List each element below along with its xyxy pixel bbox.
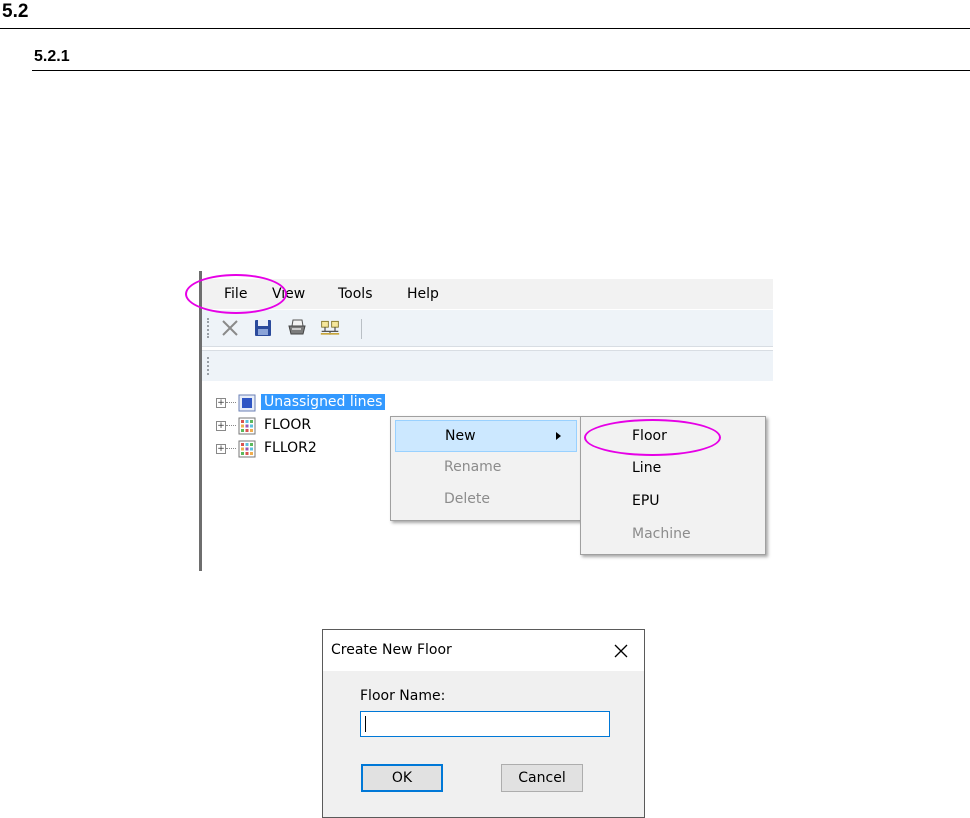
menu-item-label: EPU bbox=[632, 493, 660, 509]
tree-connector bbox=[226, 448, 236, 449]
floor-name-input[interactable] bbox=[360, 711, 610, 737]
menu-item-label: Delete bbox=[444, 491, 490, 507]
subheading-rule bbox=[32, 70, 970, 71]
heading-rule bbox=[0, 28, 970, 29]
text-caret bbox=[365, 716, 366, 732]
submenu-line[interactable]: Line bbox=[581, 453, 765, 483]
dialog-title: Create New Floor bbox=[331, 642, 452, 658]
network-icon[interactable] bbox=[320, 318, 340, 338]
floor-name-label: Floor Name: bbox=[360, 688, 446, 704]
expand-icon[interactable]: + bbox=[216, 421, 226, 431]
folder-square-icon bbox=[238, 394, 256, 412]
context-menu: New Rename Delete bbox=[390, 416, 582, 521]
delete-icon[interactable] bbox=[220, 318, 240, 338]
cancel-button[interactable]: Cancel bbox=[501, 764, 583, 792]
section-heading: 5.2 bbox=[2, 1, 29, 22]
toolbar bbox=[202, 310, 773, 347]
context-menu-new[interactable]: New bbox=[395, 420, 577, 452]
floor-highlight-ellipse bbox=[584, 419, 721, 456]
tree-label[interactable]: FLLOR2 bbox=[264, 440, 317, 456]
menu-item-label: Line bbox=[632, 460, 662, 476]
toolbar-grip[interactable] bbox=[207, 318, 211, 338]
menu-help[interactable]: Help bbox=[407, 286, 439, 302]
context-menu-delete[interactable]: Delete bbox=[391, 484, 581, 514]
submenu-arrow-icon bbox=[556, 432, 561, 440]
secondary-toolbar bbox=[202, 350, 773, 382]
save-icon[interactable] bbox=[253, 318, 273, 338]
toolbar-grip[interactable] bbox=[207, 357, 211, 375]
print-icon[interactable] bbox=[287, 318, 307, 338]
toolbar-separator bbox=[361, 319, 362, 339]
tree-label[interactable]: Unassigned lines bbox=[261, 394, 386, 410]
context-menu-rename[interactable]: Rename bbox=[391, 452, 581, 482]
tree-label[interactable]: FLOOR bbox=[264, 417, 311, 433]
tree-connector bbox=[226, 402, 236, 403]
expand-icon[interactable]: + bbox=[216, 398, 226, 408]
submenu-epu[interactable]: EPU bbox=[581, 486, 765, 516]
tree-connector bbox=[226, 425, 236, 426]
floor-grid-icon bbox=[238, 417, 256, 435]
file-highlight-ellipse bbox=[185, 274, 287, 314]
dialog-titlebar[interactable]: Create New Floor bbox=[323, 630, 644, 671]
menu-item-label: Rename bbox=[444, 459, 502, 475]
subsection-heading: 5.2.1 bbox=[34, 48, 70, 65]
create-floor-dialog: Create New Floor Floor Name: OK Cancel bbox=[322, 629, 645, 818]
submenu-machine[interactable]: Machine bbox=[581, 519, 765, 549]
floor-grid-icon bbox=[238, 440, 256, 458]
ok-button[interactable]: OK bbox=[361, 764, 443, 792]
close-icon[interactable] bbox=[610, 640, 632, 662]
menu-item-label: New bbox=[445, 428, 476, 444]
expand-icon[interactable]: + bbox=[216, 444, 226, 454]
menu-bar: File View Tools Help bbox=[202, 279, 773, 309]
menu-item-label: Machine bbox=[632, 526, 691, 542]
menu-tools[interactable]: Tools bbox=[338, 286, 373, 302]
